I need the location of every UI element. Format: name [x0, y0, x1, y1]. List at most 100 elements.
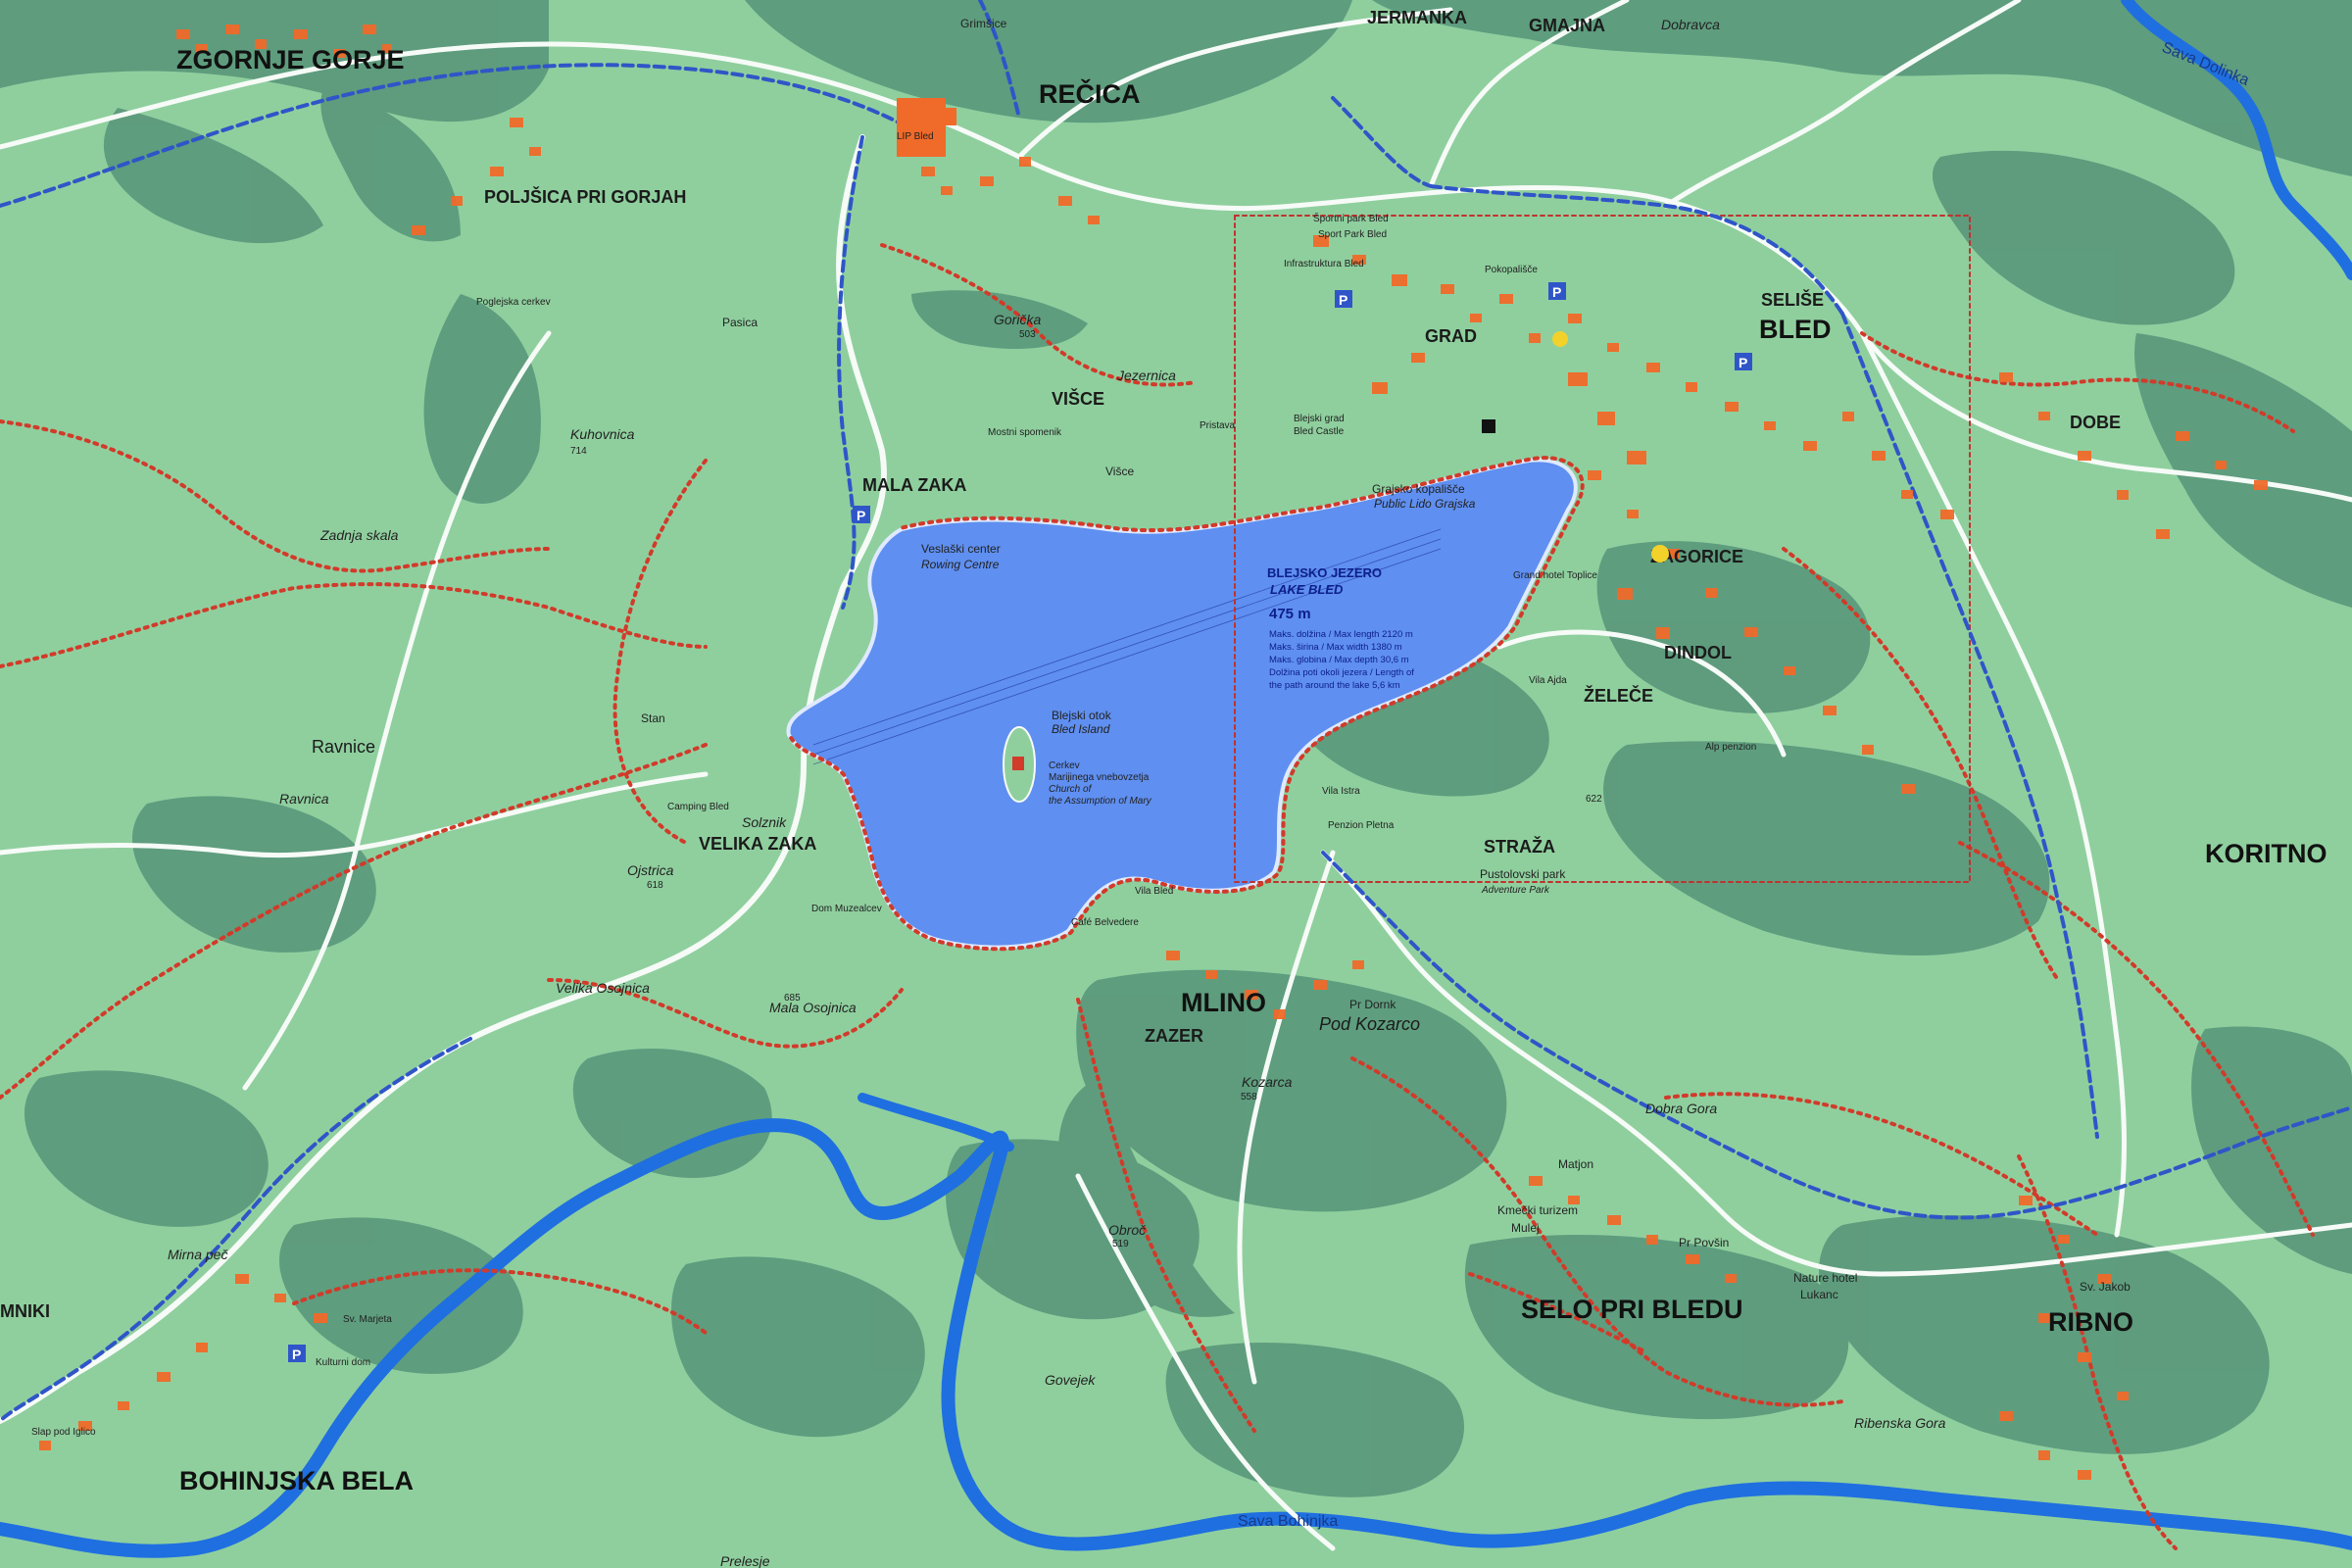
place-pod-kozarco: Pod Kozarco [1319, 1014, 1420, 1034]
place-bled-island: Bled Island [1052, 722, 1110, 736]
place-cerkev: Cerkev [1049, 760, 1080, 771]
info-icon [1552, 331, 1568, 347]
place-public-lido: Public Lido Grajska [1374, 497, 1476, 511]
place-kmecki-turizem: Kmečki turizem [1497, 1203, 1578, 1217]
village-jermanka: JERMANKA [1367, 8, 1467, 27]
parking-icon: P [1548, 282, 1566, 300]
town-ribno: RIBNO [2048, 1307, 2133, 1337]
place-pr-dornk: Pr Dornk [1349, 998, 1396, 1011]
town-zgornje-gorje: ZGORNJE GORJE [176, 45, 405, 74]
place-ribenska-gora: Ribenska Gora [1854, 1415, 1946, 1431]
place-cafe-belvedere: Café Belvedere [1071, 917, 1139, 928]
place-ravnice: Ravnice [312, 737, 375, 757]
lake-stat-1: Maks. dolžina / Max length 2120 m [1269, 629, 1413, 640]
place-lukanc: Lukanc [1800, 1288, 1838, 1301]
place-ravnica: Ravnica [279, 791, 329, 807]
place-sport-park: Sport Park Bled [1318, 229, 1387, 240]
svg-text:P: P [1739, 355, 1747, 370]
elevation-519: 519 [1112, 1239, 1129, 1250]
place-ojstrica: Ojstrica [627, 862, 674, 878]
place-grajsko-kopalisce: Grajsko kopališče [1372, 482, 1465, 496]
place-marijinega: Marijinega vnebovzetja [1049, 772, 1150, 783]
place-mostni-spomenik: Mostni spomenik [988, 427, 1062, 438]
church-icon [1012, 757, 1024, 770]
village-gmajna: GMAJNA [1529, 16, 1605, 35]
place-rowing-centre: Rowing Centre [921, 558, 1000, 571]
village-poljsica: POLJŠICA PRI GORJAH [484, 186, 686, 207]
place-mala-osojnica: Mala Osojnica [769, 1000, 857, 1015]
place-nature-hotel: Nature hotel [1793, 1271, 1857, 1285]
place-stan: Stan [641, 711, 665, 725]
town-bled: BLED [1759, 315, 1832, 344]
castle-icon [1482, 419, 1495, 433]
place-camping-bled: Camping Bled [667, 802, 729, 812]
village-dindol: DINDOL [1664, 643, 1732, 662]
place-veslaski-center: Veslaški center [921, 542, 1001, 556]
place-sportni-park: Športni park Bled [1313, 212, 1389, 224]
place-pasica: Pasica [722, 316, 758, 329]
place-lip-bled: LIP Bled [897, 131, 934, 142]
place-polj-cerkev: Poglejska cerkev [476, 297, 551, 308]
place-blejski-otok: Blejski otok [1052, 709, 1112, 722]
elevation-622: 622 [1586, 794, 1602, 805]
place-pokopalisce: Pokopališče [1485, 265, 1538, 275]
place-kulturni-dom: Kulturni dom [316, 1357, 370, 1368]
town-bohinjska-bela: BOHINJSKA BELA [179, 1466, 414, 1495]
place-zadnja-skala: Zadnja skala [319, 527, 399, 543]
lake-name-en: LAKE BLED [1270, 582, 1344, 597]
place-slap: Slap pod Iglico [31, 1427, 96, 1438]
town-koritno: KORITNO [2205, 839, 2328, 868]
lake-name: BLEJSKO JEZERO [1267, 565, 1382, 580]
lake-stat-5: the path around the lake 5,6 km [1269, 680, 1400, 691]
place-pustolovski-park: Pustolovski park [1480, 867, 1566, 881]
village-dobe: DOBE [2070, 413, 2121, 432]
place-alp-penzion: Alp penzion [1705, 742, 1756, 753]
village-mniki: MNIKI [0, 1301, 50, 1321]
town-recica: REČICA [1039, 78, 1141, 109]
place-mulej: Mulej [1511, 1221, 1540, 1235]
place-prelesje: Prelesje [720, 1553, 770, 1568]
parking-icon: P [288, 1345, 306, 1362]
parking-icon: P [1735, 353, 1752, 370]
place-vila-bled: Vila Bled [1135, 886, 1173, 897]
place-velika-osojnica: Velika Osojnica [556, 980, 650, 996]
town-mlino: MLINO [1181, 988, 1266, 1017]
elevation-714: 714 [570, 446, 587, 457]
place-solznik: Solznik [742, 814, 787, 830]
place-vila-ajda: Vila Ajda [1529, 675, 1567, 686]
elevation-503: 503 [1019, 329, 1036, 340]
village-visce: VIŠCE [1052, 388, 1104, 409]
village-grad: GRAD [1425, 326, 1477, 346]
village-zazer: ZAZER [1145, 1026, 1203, 1046]
place-dom-muzealcev: Dom Muzealcev [811, 904, 882, 914]
place-mirna-pec: Mirna peč [168, 1247, 227, 1262]
village-straza: STRAŽA [1484, 836, 1555, 857]
place-blejski-grad: Blejski grad [1294, 414, 1345, 424]
lake-elevation: 475 m [1269, 606, 1311, 622]
river-label-sava-bohinjka: Sava Bohinjka [1238, 1513, 1338, 1530]
place-visce-small: Višce [1105, 465, 1134, 478]
svg-text:P: P [292, 1347, 301, 1362]
info-icon [1651, 545, 1669, 563]
place-grimsice: Grimšice [960, 17, 1007, 30]
svg-text:P: P [857, 508, 865, 523]
elevation-618: 618 [647, 880, 663, 891]
place-pristava: Pristava [1200, 420, 1236, 431]
parking-icon: P [1335, 290, 1352, 308]
place-jezernica: Jezernica [1116, 368, 1176, 383]
village-selise: SELIŠE [1761, 289, 1824, 310]
place-dobravca: Dobravca [1661, 17, 1720, 32]
svg-text:P: P [1339, 292, 1348, 308]
place-pr-povsin: Pr Povšin [1679, 1236, 1729, 1250]
place-sv-jakob: Sv. Jakob [2080, 1280, 2131, 1294]
place-kozarca: Kozarca [1242, 1074, 1293, 1090]
place-vila-istra: Vila Istra [1322, 786, 1360, 797]
place-kuhovnica: Kuhovnica [570, 426, 635, 442]
place-matjon: Matjon [1558, 1157, 1593, 1171]
place-grand-hotel: Grand hotel Toplice [1513, 570, 1597, 581]
parking-icon: P [853, 506, 870, 523]
place-bled-castle: Bled Castle [1294, 426, 1345, 437]
place-govejek: Govejek [1045, 1372, 1096, 1388]
place-church: Church of [1049, 784, 1093, 795]
place-assumption: the Assumption of Mary [1049, 796, 1152, 807]
